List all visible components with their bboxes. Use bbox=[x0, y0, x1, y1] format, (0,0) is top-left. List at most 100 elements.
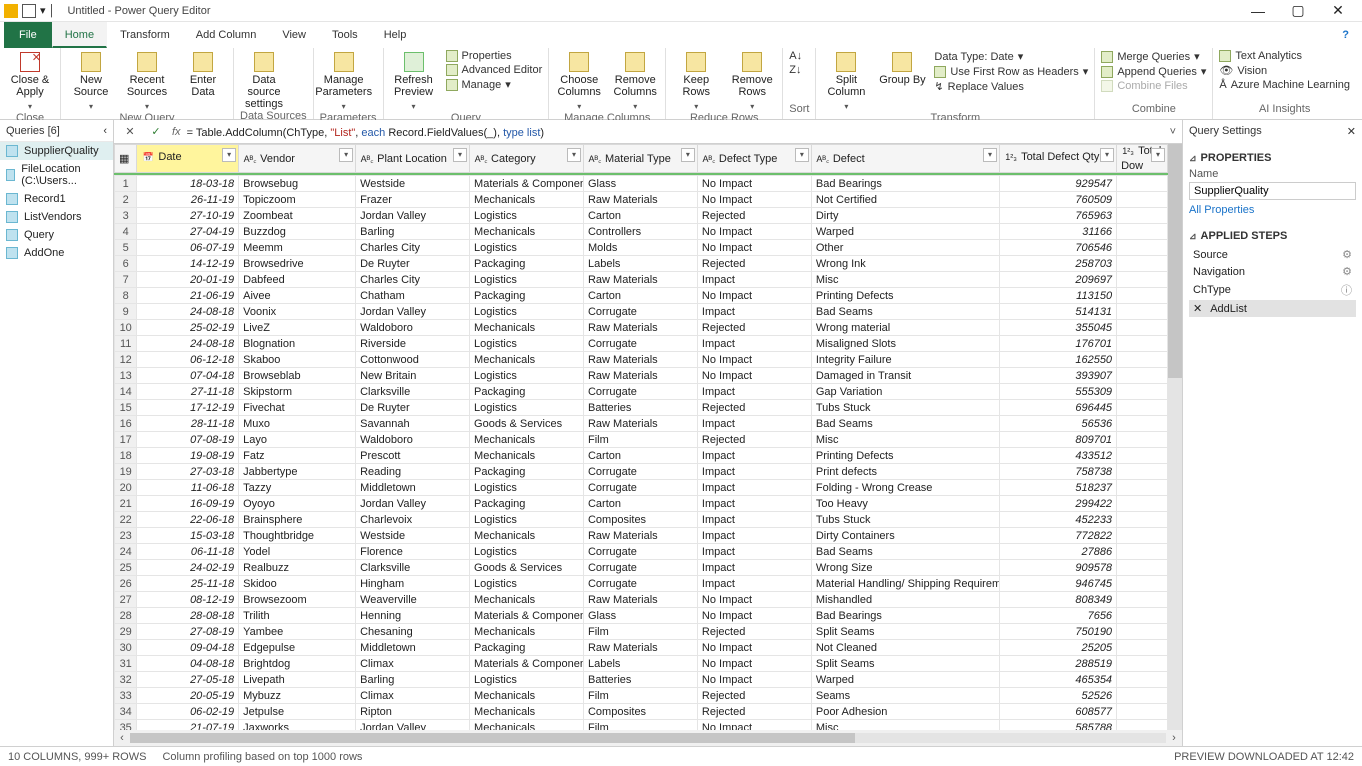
filter-dropdown-icon[interactable]: ▾ bbox=[567, 148, 581, 162]
table-cell[interactable] bbox=[1117, 448, 1168, 464]
table-cell[interactable]: Chatham bbox=[356, 288, 470, 304]
table-cell[interactable]: Jordan Valley bbox=[356, 720, 470, 731]
table-cell[interactable]: 585788 bbox=[1000, 720, 1117, 731]
group-by-button[interactable]: Group By bbox=[878, 50, 926, 86]
table-cell[interactable]: Rejected bbox=[697, 256, 811, 272]
menu-help[interactable]: Help bbox=[371, 22, 420, 48]
table-cell[interactable]: Tubs Stuck bbox=[811, 512, 999, 528]
table-cell[interactable]: 27-08-19 bbox=[137, 624, 239, 640]
table-row[interactable]: 3227-05-18LivepathBarlingLogisticsBatter… bbox=[115, 672, 1168, 688]
table-cell[interactable]: Jordan Valley bbox=[356, 208, 470, 224]
table-cell[interactable]: Material Handling/ Shipping Requirements… bbox=[811, 576, 999, 592]
type-icon[interactable]: Aᴮ꜀ bbox=[474, 152, 488, 166]
maximize-button[interactable]: ▢ bbox=[1278, 2, 1318, 19]
table-cell[interactable]: Waldoboro bbox=[356, 432, 470, 448]
table-cell[interactable] bbox=[1117, 176, 1168, 192]
table-cell[interactable]: Corrugate bbox=[583, 464, 697, 480]
table-cell[interactable]: 16 bbox=[115, 416, 137, 432]
table-icon[interactable]: ▦ bbox=[119, 153, 129, 165]
table-cell[interactable]: Trilith bbox=[239, 608, 356, 624]
table-cell[interactable]: Seams bbox=[811, 688, 999, 704]
type-icon[interactable]: Aᴮ꜀ bbox=[588, 152, 602, 166]
column-header[interactable]: 1²₃Total Dow▾ bbox=[1117, 145, 1168, 173]
table-cell[interactable]: No Impact bbox=[697, 656, 811, 672]
table-cell[interactable]: 433512 bbox=[1000, 448, 1117, 464]
table-cell[interactable]: Jetpulse bbox=[239, 704, 356, 720]
table-cell[interactable]: Jabbertype bbox=[239, 464, 356, 480]
applied-step[interactable]: Source⚙ bbox=[1189, 246, 1356, 263]
table-cell[interactable]: 52526 bbox=[1000, 688, 1117, 704]
table-cell[interactable]: 34 bbox=[115, 704, 137, 720]
menu-tools[interactable]: Tools bbox=[319, 22, 371, 48]
manage-parameters-button[interactable]: Manage Parameters bbox=[320, 50, 368, 112]
table-cell[interactable]: Impact bbox=[697, 384, 811, 400]
table-cell[interactable]: 4 bbox=[115, 224, 137, 240]
table-row[interactable]: 2116-09-19OyoyoJordan ValleyPackagingCar… bbox=[115, 496, 1168, 512]
table-cell[interactable]: Molds bbox=[583, 240, 697, 256]
table-cell[interactable]: 760509 bbox=[1000, 192, 1117, 208]
table-cell[interactable]: 25 bbox=[115, 560, 137, 576]
table-cell[interactable] bbox=[1117, 368, 1168, 384]
table-cell[interactable] bbox=[1117, 256, 1168, 272]
formula-expand-icon[interactable]: ˅ bbox=[1170, 126, 1176, 138]
table-cell[interactable]: Jordan Valley bbox=[356, 304, 470, 320]
table-cell[interactable]: Goods & Services bbox=[470, 416, 584, 432]
table-cell[interactable]: Tubs Stuck bbox=[811, 400, 999, 416]
save-icon[interactable] bbox=[22, 4, 36, 18]
table-cell[interactable] bbox=[1117, 208, 1168, 224]
table-cell[interactable]: Yambee bbox=[239, 624, 356, 640]
table-row[interactable]: 1025-02-19LiveZWaldoboroMechanicalsRaw M… bbox=[115, 320, 1168, 336]
table-cell[interactable]: Reading bbox=[356, 464, 470, 480]
table-row[interactable]: 427-04-19BuzzdogBarlingMechanicalsContro… bbox=[115, 224, 1168, 240]
table-cell[interactable]: Impact bbox=[697, 576, 811, 592]
table-cell[interactable] bbox=[1117, 576, 1168, 592]
table-row[interactable]: 821-06-19AiveeChathamPackagingCartonNo I… bbox=[115, 288, 1168, 304]
table-cell[interactable]: Logistics bbox=[470, 304, 584, 320]
table-cell[interactable]: Corrugate bbox=[583, 480, 697, 496]
table-cell[interactable]: Raw Materials bbox=[583, 640, 697, 656]
table-cell[interactable]: Rejected bbox=[697, 624, 811, 640]
column-header[interactable]: Aᴮ꜀Plant Location▾ bbox=[356, 145, 470, 173]
menu-transform[interactable]: Transform bbox=[107, 22, 183, 48]
table-cell[interactable]: 27-05-18 bbox=[137, 672, 239, 688]
applied-steps-header[interactable]: APPLIED STEPS bbox=[1189, 230, 1356, 242]
table-cell[interactable]: 909578 bbox=[1000, 560, 1117, 576]
table-row[interactable]: 1628-11-18MuxoSavannahGoods & ServicesRa… bbox=[115, 416, 1168, 432]
table-cell[interactable]: Barling bbox=[356, 672, 470, 688]
table-cell[interactable]: Corrugate bbox=[583, 560, 697, 576]
filter-dropdown-icon[interactable]: ▾ bbox=[1151, 148, 1165, 162]
close-button[interactable]: ✕ bbox=[1318, 2, 1358, 19]
table-cell[interactable] bbox=[1117, 672, 1168, 688]
table-cell[interactable]: Raw Materials bbox=[583, 272, 697, 288]
table-cell[interactable] bbox=[1117, 592, 1168, 608]
table-cell[interactable]: 288519 bbox=[1000, 656, 1117, 672]
table-cell[interactable]: 14 bbox=[115, 384, 137, 400]
table-cell[interactable]: 33 bbox=[115, 688, 137, 704]
table-cell[interactable]: 06-11-18 bbox=[137, 544, 239, 560]
table-cell[interactable]: 07-04-18 bbox=[137, 368, 239, 384]
table-cell[interactable]: 11-06-18 bbox=[137, 480, 239, 496]
table-cell[interactable]: 10 bbox=[115, 320, 137, 336]
close-apply-button[interactable]: ✕Close & Apply bbox=[6, 50, 54, 112]
table-cell[interactable]: Middletown bbox=[356, 640, 470, 656]
table-cell[interactable]: No Impact bbox=[697, 672, 811, 688]
table-cell[interactable]: Packaging bbox=[470, 496, 584, 512]
table-cell[interactable]: 26-11-19 bbox=[137, 192, 239, 208]
table-cell[interactable]: Packaging bbox=[470, 256, 584, 272]
table-row[interactable]: 720-01-19DabfeedCharles CityLogisticsRaw… bbox=[115, 272, 1168, 288]
table-cell[interactable]: No Impact bbox=[697, 592, 811, 608]
table-cell[interactable]: 24-02-19 bbox=[137, 560, 239, 576]
table-cell[interactable]: 20-05-19 bbox=[137, 688, 239, 704]
column-header[interactable]: 1²₃Total Defect Qty▾ bbox=[1000, 145, 1117, 173]
table-cell[interactable] bbox=[1117, 688, 1168, 704]
table-cell[interactable]: 29 bbox=[115, 624, 137, 640]
table-cell[interactable]: Impact bbox=[697, 544, 811, 560]
table-cell[interactable]: No Impact bbox=[697, 352, 811, 368]
filter-dropdown-icon[interactable]: ▾ bbox=[983, 148, 997, 162]
table-cell[interactable]: 209697 bbox=[1000, 272, 1117, 288]
table-row[interactable]: 2011-06-18TazzyMiddletownLogisticsCorrug… bbox=[115, 480, 1168, 496]
table-cell[interactable] bbox=[1117, 512, 1168, 528]
table-cell[interactable]: Dirty bbox=[811, 208, 999, 224]
table-cell[interactable]: 299422 bbox=[1000, 496, 1117, 512]
table-cell[interactable]: 04-08-18 bbox=[137, 656, 239, 672]
